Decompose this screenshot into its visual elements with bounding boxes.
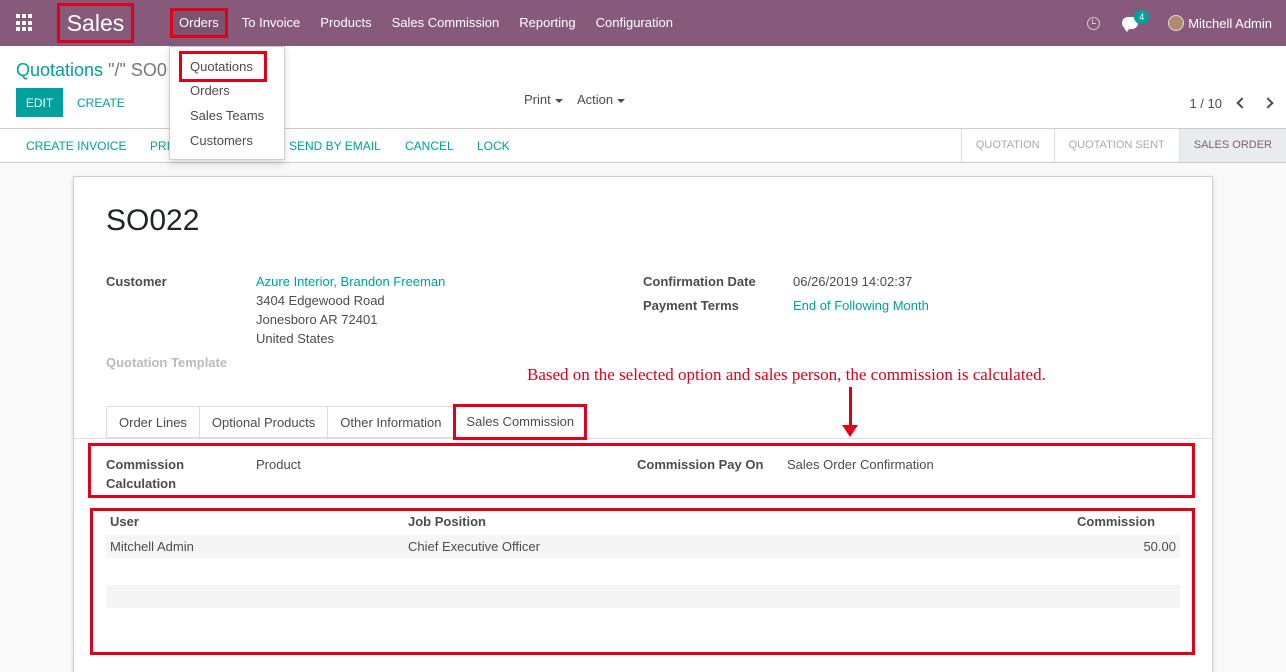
annotation-arrow: [849, 387, 852, 427]
stage-quotation[interactable]: QUOTATION: [962, 129, 1054, 162]
commission-table-box: [90, 508, 1195, 655]
print-button[interactable]: PRI: [150, 139, 170, 153]
commission-pay-on-value[interactable]: Sales Order Confirmation: [787, 457, 934, 472]
menu-to-invoice[interactable]: To Invoice: [232, 0, 311, 46]
dropdown-item-sales-teams[interactable]: Sales Teams: [190, 108, 264, 123]
commission-calculation-value[interactable]: Product: [256, 457, 301, 472]
form-sheet: SO022 Customer Azure Interior, Brandon F…: [73, 176, 1214, 672]
create-button[interactable]: CREATE: [77, 96, 125, 110]
column-header-user[interactable]: User: [110, 514, 139, 529]
chat-count-badge: 4: [1134, 10, 1150, 24]
menu-configuration[interactable]: Configuration: [586, 0, 683, 46]
annotation-text: Based on the selected option and sales p…: [527, 365, 1046, 384]
print-dropdown[interactable]: Print: [524, 92, 563, 107]
app-name: Sales: [57, 3, 134, 43]
confirmation-date-value: 06/26/2019 14:02:37: [793, 274, 913, 289]
stage-quotation-sent[interactable]: QUOTATION SENT: [1055, 129, 1179, 162]
commission-calculation-label-line1: Commission: [106, 457, 185, 472]
user-menu[interactable]: Mitchell Admin: [1188, 16, 1272, 31]
cell-job-position: Chief Executive Officer: [408, 539, 540, 554]
navbar-systray: 4 Mitchell Admin: [1087, 0, 1286, 46]
empty-table-row: [106, 585, 1180, 608]
orders-dropdown-menu: Quotations Orders Sales Teams Customers: [169, 46, 285, 160]
tab-order-lines[interactable]: Order Lines: [106, 406, 199, 438]
arrow-down-icon: [842, 425, 858, 437]
cell-user: Mitchell Admin: [110, 539, 194, 554]
payment-terms-label: Payment Terms: [643, 298, 739, 313]
send-by-email-button[interactable]: SEND BY EMAIL: [289, 139, 381, 153]
action-label: Action: [577, 92, 614, 107]
stage-bar: QUOTATION QUOTATION SENT SALES ORDER: [960, 129, 1286, 162]
commission-pay-on-label: Commission Pay On: [637, 457, 764, 472]
avatar[interactable]: [1168, 15, 1185, 31]
dropdown-item-orders[interactable]: Orders: [190, 83, 230, 98]
tab-sales-commission[interactable]: Sales Commission: [453, 404, 588, 440]
breadcrumb-current: SO0: [130, 60, 167, 80]
caret-down-icon: [617, 98, 626, 103]
menu-orders[interactable]: Orders: [170, 8, 228, 38]
address-country: United States: [256, 331, 335, 346]
form-tabs: Order Lines Optional Products Other Info…: [106, 404, 588, 440]
tab-optional-products[interactable]: Optional Products: [198, 406, 328, 438]
apps-grid-icon[interactable]: [16, 14, 34, 32]
empty-table-row: [106, 558, 1180, 581]
payment-terms-link[interactable]: End of Following Month: [793, 298, 929, 313]
column-header-job-position[interactable]: Job Position: [408, 514, 486, 529]
caret-down-icon: [554, 98, 563, 103]
breadcrumb: Quotations "/" SO0: [16, 60, 167, 81]
chevron-left-icon[interactable]: [1236, 97, 1248, 109]
pager-value[interactable]: 1 / 10: [1189, 96, 1222, 111]
breadcrumb-quotations[interactable]: Quotations: [16, 60, 103, 80]
column-header-commission[interactable]: Commission: [1077, 514, 1155, 529]
tab-other-information[interactable]: Other Information: [327, 406, 454, 438]
chevron-right-icon[interactable]: [1262, 97, 1274, 109]
cell-commission: 50.00: [1143, 539, 1176, 554]
customer-link[interactable]: Azure Interior, Brandon Freeman: [256, 274, 445, 289]
chat-icon[interactable]: 4: [1122, 10, 1150, 32]
menu-products[interactable]: Products: [310, 0, 381, 46]
stage-sales-order[interactable]: SALES ORDER: [1179, 129, 1286, 162]
commission-calculation-label-line2: Calculation: [106, 476, 177, 491]
confirmation-date-label: Confirmation Date: [643, 274, 756, 289]
action-dropdown[interactable]: Action: [577, 92, 626, 107]
lock-button[interactable]: LOCK: [477, 139, 510, 153]
cancel-button[interactable]: CANCEL: [405, 139, 454, 153]
menu-sales-commission[interactable]: Sales Commission: [382, 0, 510, 46]
menu-reporting[interactable]: Reporting: [509, 0, 585, 46]
quotation-template-label: Quotation Template: [106, 355, 228, 370]
dropdown-item-customers[interactable]: Customers: [190, 133, 253, 148]
page-title: SO022: [106, 204, 200, 237]
address-line2: Jonesboro AR 72401: [256, 312, 378, 327]
print-label: Print: [524, 92, 551, 107]
address-line1: 3404 Edgewood Road: [256, 293, 385, 308]
edit-button[interactable]: EDIT: [16, 88, 63, 117]
table-row[interactable]: Mitchell Admin Chief Executive Officer 5…: [106, 535, 1180, 558]
breadcrumb-separator: "/": [108, 60, 126, 80]
customer-label: Customer: [106, 274, 167, 289]
activity-clock-icon[interactable]: [1087, 16, 1101, 30]
main-menu: Orders To Invoice Products Sales Commiss…: [170, 0, 683, 46]
dropdown-item-quotations[interactable]: Quotations: [179, 51, 267, 82]
create-invoice-button[interactable]: CREATE INVOICE: [26, 139, 126, 153]
top-navbar: Sales Orders To Invoice Products Sales C…: [0, 0, 1286, 46]
